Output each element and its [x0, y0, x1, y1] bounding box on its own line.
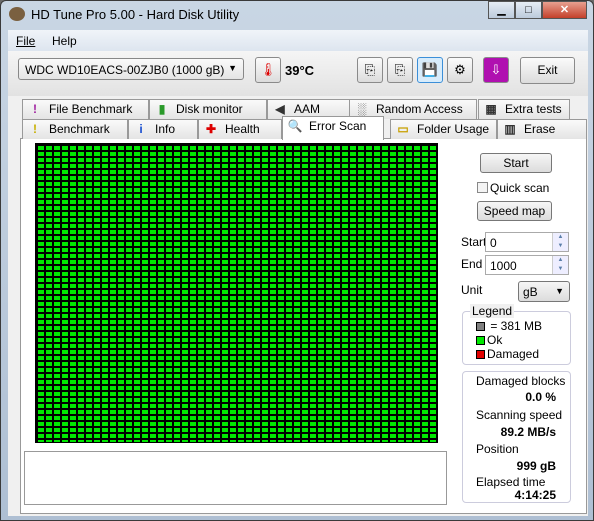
folder-icon: ▭ [397, 122, 409, 136]
temperature: 39°C [285, 63, 315, 78]
thermometer-icon: 🌡 [255, 57, 281, 83]
legend-block: = 381 MB [476, 319, 542, 333]
app-icon [9, 7, 25, 21]
tab-label: Health [225, 122, 260, 136]
tab-erase[interactable]: ▥ Erase [497, 119, 587, 139]
position-value: 999 gB [516, 459, 556, 473]
tab-label: Error Scan [309, 119, 367, 133]
tab-error-scan[interactable]: 🔍 Error Scan [282, 116, 384, 140]
tab-health[interactable]: ✚ Health [198, 119, 282, 139]
legend-title: Legend [470, 304, 515, 318]
start-value: 0 [490, 236, 497, 250]
quick-scan-label: Quick scan [490, 181, 550, 195]
log-box [24, 451, 447, 505]
scanning-speed-value: 89.2 MB/s [500, 425, 556, 439]
maximize-button[interactable]: □ [515, 1, 542, 19]
start-label: Start [461, 235, 487, 249]
elapsed-time-label: Elapsed time [476, 475, 546, 489]
stats-group: Damaged blocks 0.0 % Scanning speed 89.2… [462, 371, 571, 503]
unit-label: Unit [461, 283, 483, 297]
tab-label: Disk monitor [176, 102, 243, 116]
tab-label: AAM [294, 102, 321, 116]
scanning-speed-label: Scanning speed [476, 408, 563, 422]
legend-ok: Ok [476, 333, 502, 347]
copy-text-button[interactable]: ⎘ [357, 57, 383, 83]
download-button[interactable]: ⇩ [483, 57, 509, 83]
unit-select[interactable]: gB ▼ [518, 281, 570, 302]
tab-label: Folder Usage [417, 122, 490, 136]
minimize-button[interactable]: ▁ [488, 1, 515, 19]
damaged-blocks-label: Damaged blocks [476, 374, 566, 388]
app-window: HD Tune Pro 5.00 - Hard Disk Utility ▁ □… [0, 0, 594, 521]
options-button[interactable]: ⚙ [447, 57, 473, 83]
save-button[interactable]: 💾 [417, 57, 443, 83]
damaged-blocks-value: 0.0 % [525, 390, 556, 404]
legend-block-label: = 381 MB [490, 319, 543, 333]
chevron-down-icon: ▼ [555, 286, 564, 296]
quick-scan-checkbox[interactable]: Quick scan [477, 181, 549, 195]
end-spinner[interactable]: ▲ ▼ [552, 256, 568, 274]
position-label: Position [476, 442, 519, 456]
trash-icon: ▥ [504, 122, 516, 136]
start-input[interactable]: 0 ▲ ▼ [485, 232, 569, 252]
unit-value: gB [523, 285, 538, 299]
close-button[interactable]: ✕ [542, 1, 587, 19]
copy-screenshot-button[interactable]: ⎘ [387, 57, 413, 83]
end-value: 1000 [490, 259, 517, 273]
legend-damaged: Damaged [476, 347, 539, 361]
drive-value: WDC WD10EACS-00ZJB0 (1000 gB) [25, 63, 225, 77]
health-cross-icon: ✚ [205, 122, 217, 136]
legend-ok-label: Ok [487, 333, 503, 347]
tab-benchmark[interactable]: ! Benchmark [22, 119, 128, 139]
start-spinner[interactable]: ▲ ▼ [552, 233, 568, 251]
magnifier-icon: 🔍 [287, 119, 303, 133]
end-input[interactable]: 1000 ▲ ▼ [485, 255, 569, 275]
tab-label: Benchmark [49, 122, 110, 136]
legend-damaged-label: Damaged [487, 347, 540, 361]
file-benchmark-icon: ! [33, 102, 37, 116]
window-title: HD Tune Pro 5.00 - Hard Disk Utility [31, 7, 240, 22]
end-label: End [461, 257, 483, 271]
tab-disk-monitor[interactable]: ▮ Disk monitor [149, 99, 267, 119]
exit-button[interactable]: Exit [520, 57, 575, 84]
speed-map-button[interactable]: Speed map [477, 201, 552, 221]
drive-select[interactable]: WDC WD10EACS-00ZJB0 (1000 gB) ▼ [18, 58, 244, 80]
tab-folder-usage[interactable]: ▭ Folder Usage [390, 119, 497, 139]
tab-label: File Benchmark [49, 102, 133, 116]
menu-bar: File Help [8, 30, 588, 51]
elapsed-time-value: 4:14:25 [514, 488, 556, 502]
info-icon: i [139, 122, 143, 136]
extra-tests-icon: ▦ [485, 102, 497, 116]
start-button[interactable]: Start [480, 153, 552, 173]
menu-help[interactable]: Help [52, 34, 77, 48]
tab-label: Random Access [376, 102, 463, 116]
exclamation-icon: ! [33, 122, 37, 136]
tab-label: Extra tests [505, 102, 562, 116]
tab-file-benchmark[interactable]: ! File Benchmark [22, 99, 149, 119]
block-map [35, 143, 438, 443]
disk-monitor-icon: ▮ [158, 102, 166, 116]
tab-extra-tests[interactable]: ▦ Extra tests [478, 99, 570, 119]
tab-label: Info [155, 122, 176, 136]
menu-file[interactable]: File [16, 34, 35, 48]
chevron-down-icon: ▼ [228, 63, 237, 73]
tab-label: Erase [524, 122, 556, 136]
tab-info[interactable]: i Info [128, 119, 198, 139]
